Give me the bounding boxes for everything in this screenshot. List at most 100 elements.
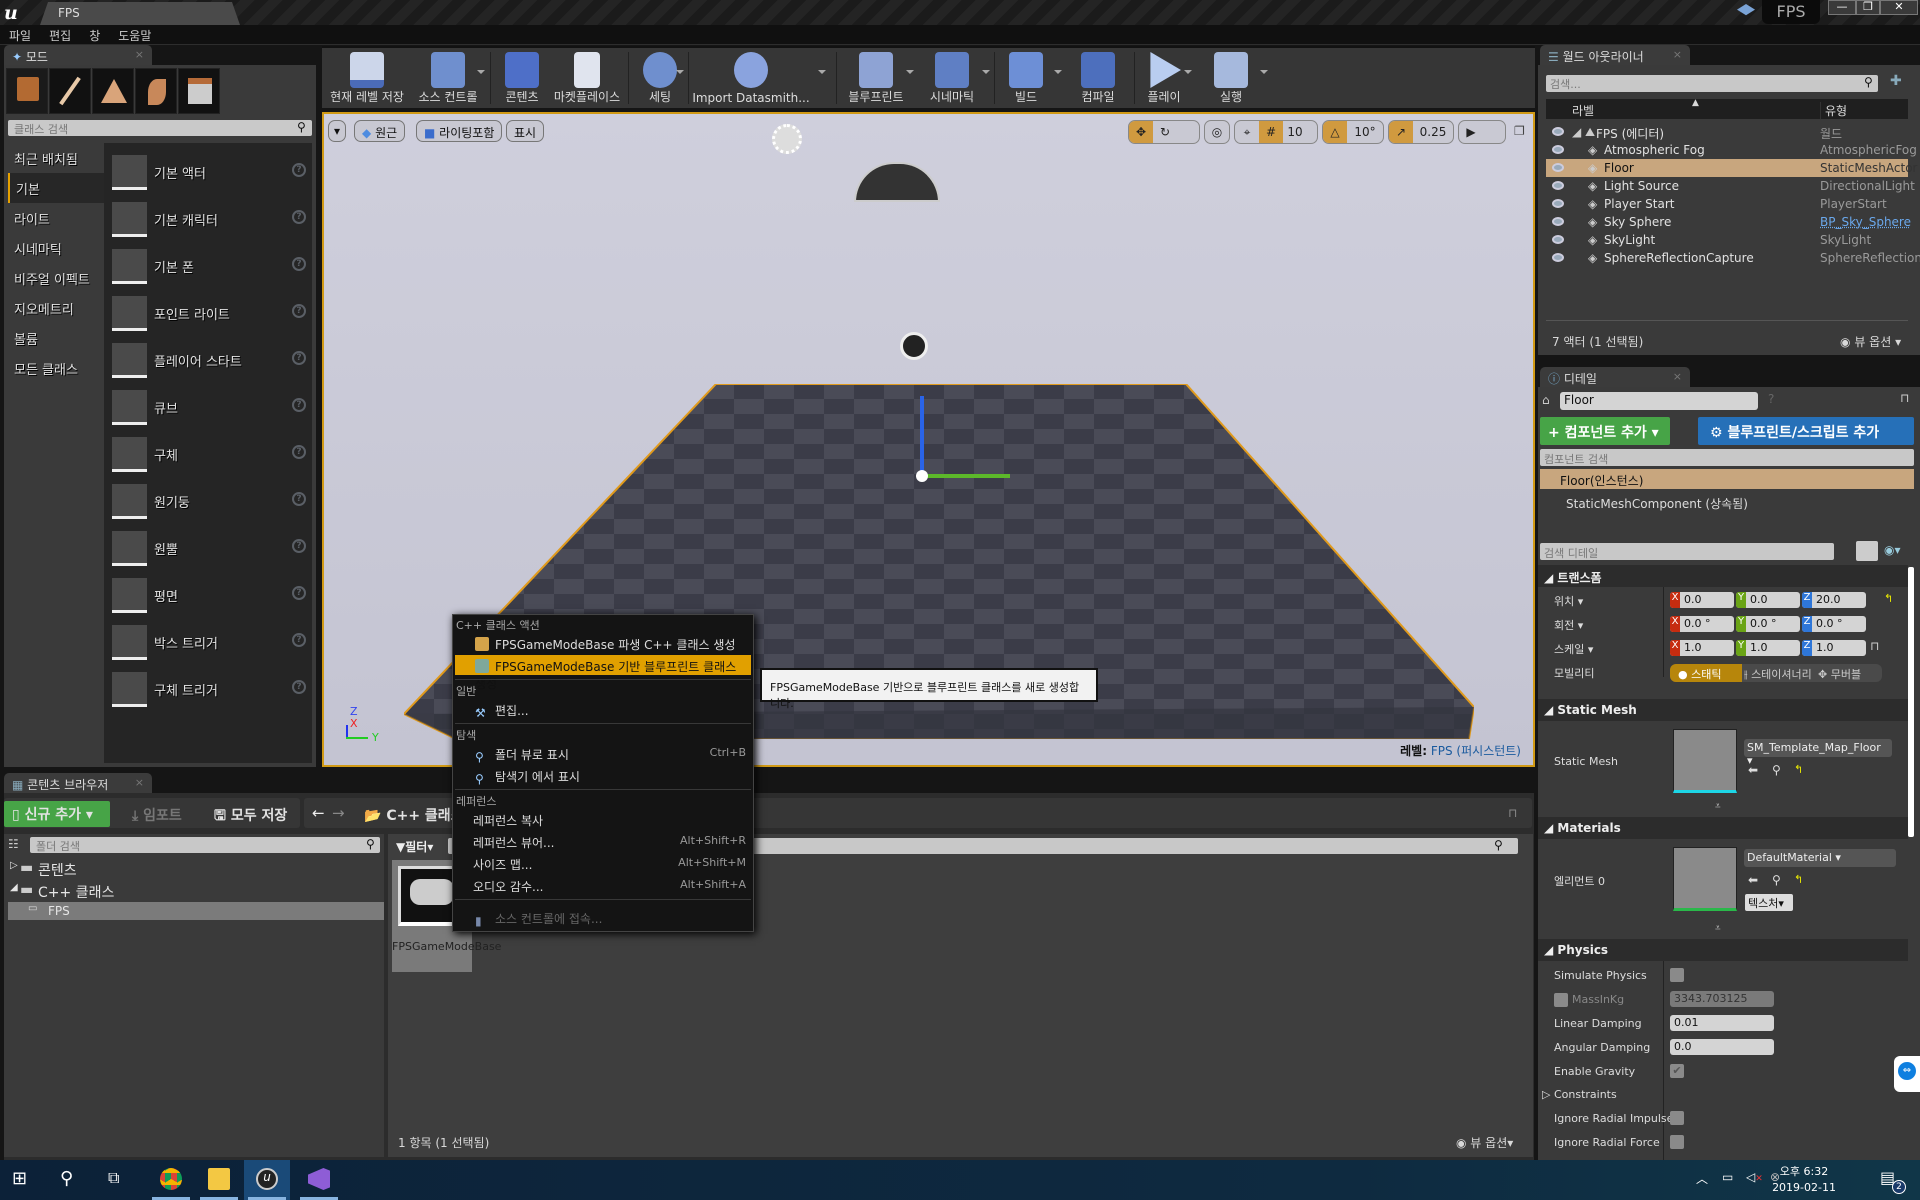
- outliner-row[interactable]: ◢ ⛰ FPS (에디터) 월드: [1546, 123, 1908, 141]
- camera-speed-icon[interactable]: ▶: [1459, 121, 1483, 143]
- close-button[interactable]: ✕: [1880, 0, 1918, 15]
- rotation-z-input[interactable]: Z 0.0 °: [1802, 616, 1866, 632]
- materials-section-header[interactable]: ◢ Materials: [1538, 817, 1908, 839]
- category-cinematic[interactable]: 시네마틱: [8, 233, 104, 263]
- ignore-radial-force-checkbox[interactable]: [1670, 1135, 1684, 1149]
- menu-window[interactable]: 창: [80, 25, 109, 46]
- place-item-sphere[interactable]: 구체?: [112, 435, 308, 475]
- menu-help[interactable]: 도움말: [109, 25, 160, 46]
- linear-damping-input[interactable]: 0.01: [1670, 1015, 1774, 1031]
- modes-tab[interactable]: ✦ 모드 ×: [4, 45, 152, 65]
- gizmo-z-axis[interactable]: [920, 396, 924, 476]
- outliner-row[interactable]: ◈ SphereReflectionCapture SphereReflection…: [1546, 249, 1920, 267]
- class-search-input[interactable]: 클래스 검색: [8, 120, 312, 136]
- static-mesh-combo[interactable]: SM_Template_Map_Floor ▾: [1744, 739, 1892, 767]
- chevron-down-icon[interactable]: [982, 70, 990, 74]
- scale-snap-icon[interactable]: ↗: [1389, 121, 1413, 143]
- launch-button[interactable]: 실행: [1198, 48, 1264, 108]
- help-icon[interactable]: ?: [292, 210, 306, 224]
- view-options-button[interactable]: ◉ 뷰 옵션▾: [1456, 1134, 1513, 1151]
- help-icon[interactable]: ?: [292, 445, 306, 459]
- use-selected-icon[interactable]: ⬅: [1748, 873, 1758, 887]
- gizmo-y-axis[interactable]: [922, 474, 1010, 478]
- compile-button[interactable]: 컴파일: [1066, 48, 1130, 108]
- content-browser-tab[interactable]: ▦ 콘텐츠 브라우저 ×: [4, 773, 152, 793]
- build-button[interactable]: 빌드: [998, 48, 1054, 108]
- menu-item-size-map[interactable]: 사이즈 맵... Alt+Shift+M: [455, 853, 751, 873]
- help-icon[interactable]: ?: [292, 539, 306, 553]
- category-geometry[interactable]: 지오메트리: [8, 293, 104, 323]
- place-item-box-trigger[interactable]: 박스 트리거?: [112, 623, 308, 663]
- unreal-app[interactable]: u: [244, 1160, 290, 1200]
- mass-override-checkbox[interactable]: [1554, 993, 1568, 1007]
- volume-muted-icon[interactable]: ◁✕: [1746, 1170, 1763, 1184]
- minimize-button[interactable]: —: [1828, 0, 1856, 15]
- place-item-point-light[interactable]: 포인트 라이트?: [112, 294, 308, 334]
- place-item-player-start[interactable]: 플레이어 스타트?: [112, 341, 308, 381]
- component-static-mesh[interactable]: StaticMeshComponent (상속됨): [1566, 495, 1748, 512]
- place-item-cube[interactable]: 큐브?: [112, 388, 308, 428]
- menu-item-edit[interactable]: ⚒ 편집...: [455, 699, 751, 720]
- material-combo[interactable]: DefaultMaterial ▾: [1744, 849, 1896, 867]
- category-recent[interactable]: 최근 배치됨: [8, 143, 104, 173]
- actor-name-input[interactable]: Floor: [1560, 392, 1758, 410]
- chevron-down-icon[interactable]: [1260, 70, 1268, 74]
- play-button[interactable]: 플레이: [1136, 48, 1192, 108]
- component-search-input[interactable]: 컴포넌트 검색: [1540, 449, 1914, 466]
- level-tab[interactable]: FPS: [40, 2, 240, 25]
- column-label[interactable]: 라벨: [1572, 102, 1594, 119]
- column-type[interactable]: 유형: [1820, 102, 1847, 119]
- add-script-button[interactable]: ⚙ 블루프린트/스크립트 추가: [1698, 417, 1914, 445]
- rotation-snap-icon[interactable]: △: [1323, 121, 1347, 143]
- outliner-row[interactable]: ◈ Atmospheric Fog AtmosphericFog: [1546, 141, 1917, 159]
- reset-to-default-icon[interactable]: ↰: [1794, 873, 1803, 886]
- browse-icon[interactable]: ⚲: [1772, 873, 1781, 887]
- material-thumbnail[interactable]: [1673, 847, 1737, 911]
- visibility-eye-icon[interactable]: [1552, 253, 1564, 262]
- location-x-input[interactable]: X 0.0: [1670, 592, 1734, 608]
- collapse-icon[interactable]: ◢: [10, 882, 18, 893]
- chevron-down-icon[interactable]: [1054, 70, 1062, 74]
- details-scrollbar[interactable]: [1908, 567, 1914, 837]
- menu-item-show-in-folder-view[interactable]: ⚲ 폴더 뷰로 표시 Ctrl+B: [455, 743, 751, 764]
- rotation-y-input[interactable]: Y 0.0 °: [1736, 616, 1800, 632]
- close-tab-icon[interactable]: ×: [1673, 370, 1682, 383]
- category-basic[interactable]: 기본: [8, 173, 104, 203]
- details-search-input[interactable]: 검색 디테일: [1540, 543, 1834, 560]
- save-all-button[interactable]: 🖫 모두 저장: [206, 802, 295, 826]
- scale-label[interactable]: 스케일 ▾: [1554, 641, 1593, 657]
- rotate-tool-icon[interactable]: ↻: [1153, 121, 1177, 143]
- world-local-toggle[interactable]: ◎: [1204, 120, 1230, 144]
- place-item-actor[interactable]: 기본 액터?: [112, 153, 308, 193]
- location-y-input[interactable]: Y 0.0: [1736, 592, 1800, 608]
- category-volumes[interactable]: 볼륨: [8, 323, 104, 353]
- place-item-sphere-trigger[interactable]: 구체 트리거?: [112, 670, 308, 710]
- visibility-eye-icon[interactable]: [1552, 145, 1564, 154]
- camera-speed-value[interactable]: 4: [1459, 143, 1483, 144]
- folder-search-input[interactable]: 폴더 검색: [30, 837, 380, 853]
- outliner-row[interactable]: ◈ Light Source DirectionalLight: [1546, 177, 1915, 195]
- expand-icon[interactable]: ▷: [10, 860, 18, 871]
- close-tab-icon[interactable]: ×: [1673, 48, 1682, 61]
- outliner-row[interactable]: ◈ Sky Sphere BP_Sky_Sphere: [1546, 213, 1911, 231]
- perspective-button[interactable]: ◆ 원근: [354, 120, 406, 142]
- reset-to-default-icon[interactable]: ↰: [1794, 763, 1803, 776]
- menu-item-copy-reference[interactable]: 레퍼런스 복사: [455, 809, 751, 829]
- folder-cpp-classes[interactable]: ◢ ▬ C++ 클래스: [8, 882, 384, 901]
- surface-snap-icon[interactable]: ⌖: [1235, 121, 1259, 143]
- outliner-row[interactable]: ◈ Player Start PlayerStart: [1546, 195, 1908, 213]
- outliner-tab[interactable]: ☰ 월드 아웃라이너 ×: [1540, 45, 1690, 65]
- paint-mode-icon[interactable]: [49, 68, 91, 114]
- menu-item-audit-assets[interactable]: 오디오 감수... Alt+Shift+A: [455, 875, 751, 895]
- texture-dropdown[interactable]: 텍스처▾: [1745, 894, 1793, 911]
- place-item-character[interactable]: 기본 캐릭터?: [112, 200, 308, 240]
- place-item-cylinder[interactable]: 원기둥?: [112, 482, 308, 522]
- scale-x-input[interactable]: X 1.0: [1670, 640, 1734, 656]
- help-icon[interactable]: ?: [292, 304, 306, 318]
- grid-snap-value[interactable]: 10: [1283, 121, 1307, 143]
- forward-icon[interactable]: →: [332, 804, 345, 822]
- help-icon[interactable]: ?: [292, 633, 306, 647]
- show-button[interactable]: 표시: [506, 120, 545, 142]
- transform-section-header[interactable]: ◢ 트랜스폼: [1538, 565, 1908, 587]
- outliner-row[interactable]: ◈ Floor StaticMeshActor: [1546, 159, 1917, 177]
